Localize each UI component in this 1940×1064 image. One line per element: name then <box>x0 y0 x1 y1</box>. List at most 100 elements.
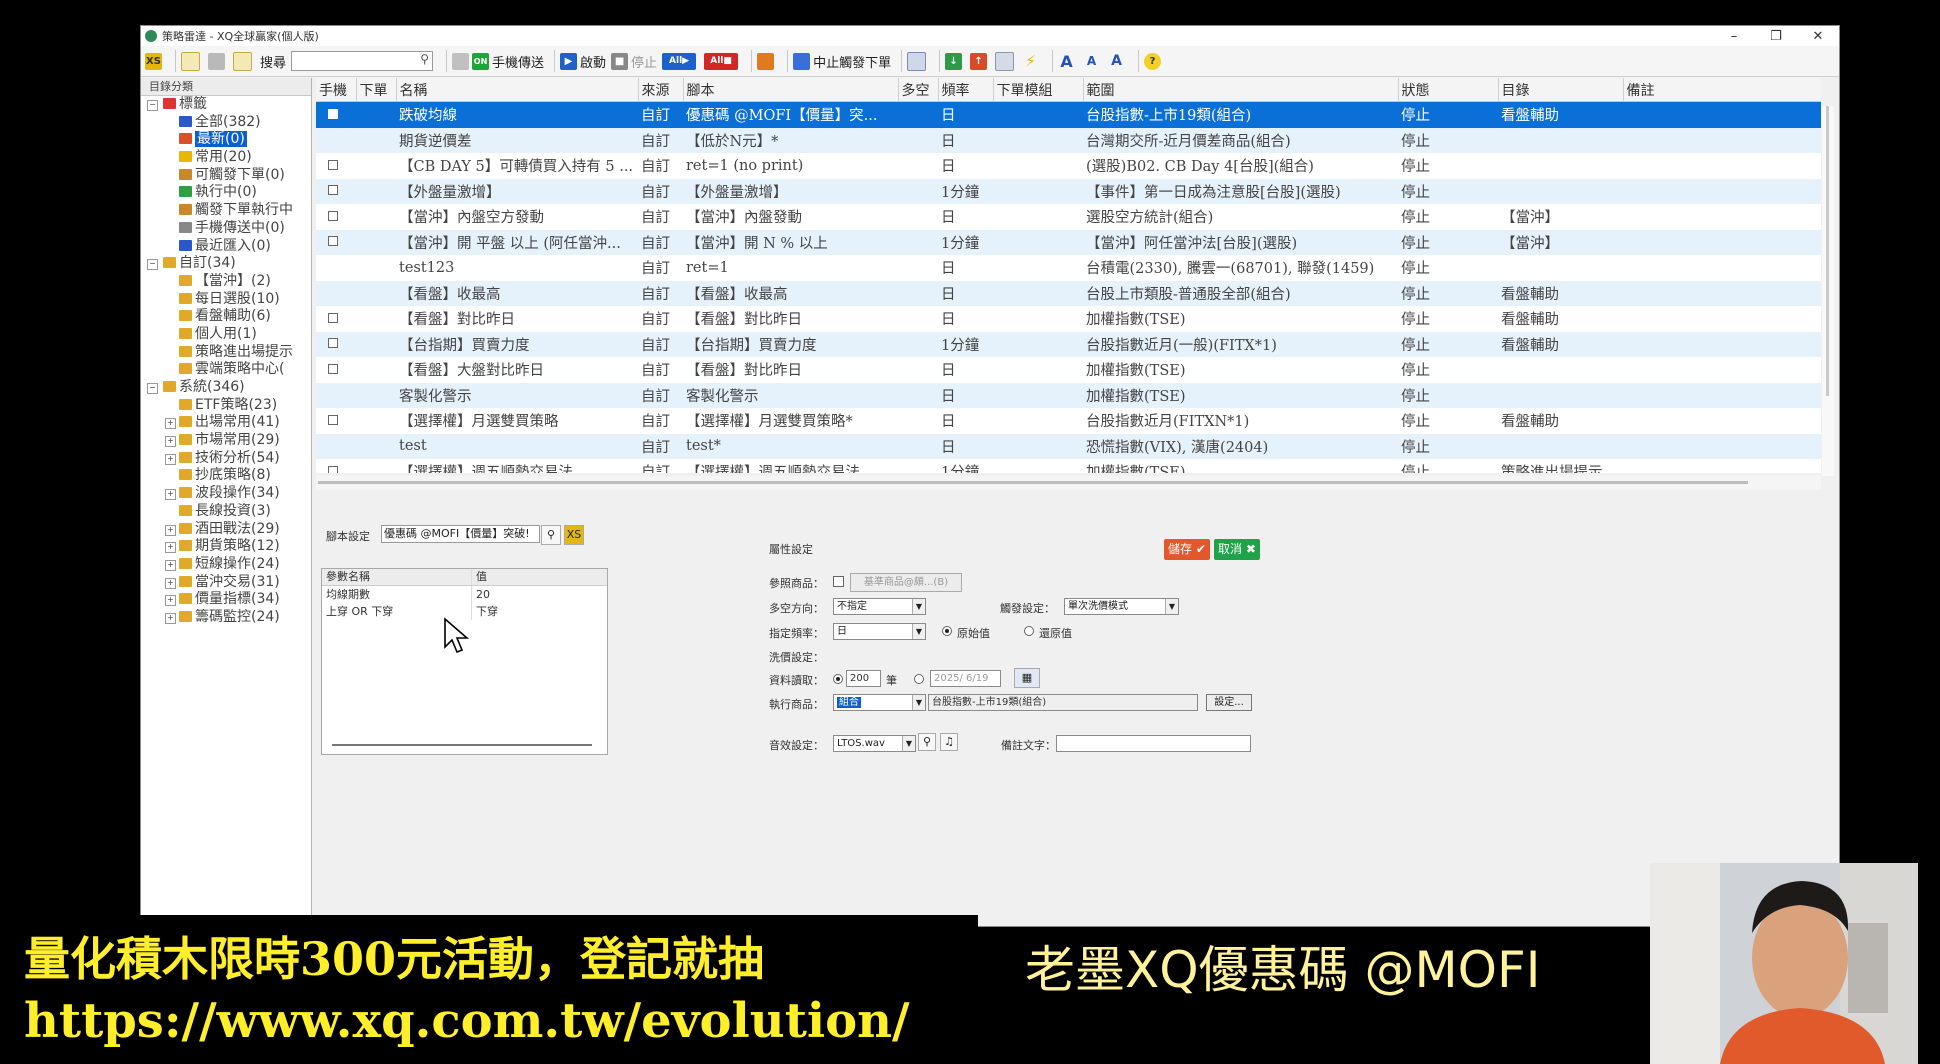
sidebar-item[interactable]: + 短線操作(24) <box>141 556 311 574</box>
cancel-button[interactable]: 取消 ✖ <box>1214 539 1260 560</box>
table-row[interactable]: 客製化警示 自訂 客製化警示 日 加權指數(TSE) 停止 <box>316 382 1821 408</box>
start-button[interactable]: ▶ 啟動 <box>560 50 606 72</box>
sidebar-item[interactable]: 執行中(0) <box>141 184 311 202</box>
xs-editor-button[interactable]: XS <box>145 50 165 72</box>
direction-select[interactable]: 不指定 ▼ <box>833 598 926 615</box>
restored-value-radio[interactable] <box>1024 626 1034 636</box>
expand-icon[interactable]: + <box>165 489 176 501</box>
table-row[interactable]: 【外盤量激增】 自訂 【外盤量激增】 1分鐘 【事件】第一日成為注意股[台股](選股) 停… <box>316 178 1821 204</box>
grid-horizontal-scrollbar[interactable] <box>316 476 1821 490</box>
collapse-icon[interactable]: − <box>147 259 158 271</box>
data-date-radio[interactable] <box>914 674 924 684</box>
table-row[interactable]: 期貨逆價差 自訂 【低於N元】* 日 台灣期交所-近月價差商品(組合) 停止 <box>316 127 1821 153</box>
param-row[interactable]: 均線期數 20 <box>322 586 607 603</box>
sidebar-item[interactable]: − 自訂(34) <box>141 255 311 273</box>
phone-checkbox[interactable] <box>328 210 338 221</box>
export-button[interactable] <box>757 50 777 72</box>
sidebar-item[interactable]: 常用(20) <box>141 149 311 167</box>
phone-checkbox[interactable] <box>328 185 338 196</box>
restore-button[interactable]: ❐ <box>1755 29 1797 44</box>
column-header[interactable]: 腳本 <box>683 78 899 102</box>
sidebar-item[interactable]: 可觸發下單(0) <box>141 167 311 185</box>
sound-search-icon[interactable]: ⚲ <box>918 733 936 751</box>
expand-icon[interactable]: + <box>165 612 176 624</box>
lightning-button[interactable]: ⚡ <box>1022 50 1042 72</box>
sidebar-item[interactable]: 觸發下單執行中 <box>141 202 311 220</box>
copy-button[interactable] <box>233 50 255 72</box>
minimize-button[interactable]: – <box>1713 29 1755 44</box>
search-input[interactable]: ⚲ <box>291 51 434 71</box>
sidebar-item[interactable]: + 價量指標(34) <box>141 591 311 609</box>
trigger-select[interactable]: 單次洗價模式 ▼ <box>1064 598 1179 615</box>
data-date-input[interactable]: 2025/ 6/19 <box>930 670 1001 687</box>
sidebar-item[interactable]: + 市場常用(29) <box>141 432 311 450</box>
table-row[interactable]: test123 自訂 ret=1 日 台積電(2330), 騰雲一(68701), 聯發… <box>316 255 1821 281</box>
sidebar-item[interactable]: 最近匯入(0) <box>141 238 311 256</box>
data-count-radio[interactable] <box>833 674 843 684</box>
phone-checkbox[interactable] <box>328 414 338 425</box>
sidebar-item[interactable]: ETF策略(23) <box>141 397 311 415</box>
column-header[interactable]: 下單 <box>356 78 397 102</box>
table-row[interactable]: 【看盤】收最高 自訂 【看盤】收最高 日 台股上市類股-普通股全部(組合) 停止 看盤輔助 <box>316 280 1821 306</box>
sidebar-item[interactable]: + 期貨策略(12) <box>141 538 311 556</box>
expand-icon[interactable]: + <box>165 595 176 607</box>
table-row[interactable]: 【選擇權】月選雙買策略 自訂 【選擇權】月選雙買策略* 日 台股指數近月(FITXN*1… <box>316 408 1821 434</box>
sidebar-item[interactable]: 個人用(1) <box>141 326 311 344</box>
expand-icon[interactable]: + <box>165 542 176 554</box>
table-row[interactable]: 【選擇權】週五順勢交易法自訂【選擇權】週五順勢交易法 1分鐘 加權指數(TSE)停止… <box>316 459 1821 473</box>
table-row[interactable]: 【看盤】對比昨日 自訂 【看盤】對比昨日日加權指數(TSE) 停止 看盤輔助 <box>316 306 1821 332</box>
column-header[interactable]: 目錄 <box>1498 78 1624 102</box>
help-button[interactable]: ? <box>1144 50 1164 72</box>
sidebar-item[interactable]: + 技術分析(54) <box>141 450 311 468</box>
expand-icon[interactable]: + <box>165 453 176 465</box>
sidebar-item[interactable]: 抄底策略(8) <box>141 467 311 485</box>
table-row[interactable]: 【CB DAY 5】可轉債買入持有 5 ... 自訂 ret=1 (no print… <box>316 153 1821 179</box>
font-larger-button[interactable]: A <box>1058 50 1078 72</box>
script-field[interactable]: 優惠碼 @MOFI【價量】突破! <box>381 525 540 543</box>
expand-icon[interactable]: + <box>165 436 176 448</box>
phone-checkbox[interactable] <box>328 465 338 473</box>
expand-icon[interactable]: + <box>165 577 176 589</box>
phone-checkbox[interactable] <box>328 312 338 323</box>
phone-checkbox[interactable] <box>328 108 338 119</box>
table-row[interactable]: 【當沖】內盤空方發動 自訂 【當沖】內盤發動 日 選股空方統計(組合) 停止 【當沖】 <box>316 204 1821 230</box>
sound-play-icon[interactable]: ♫ <box>940 733 958 751</box>
stop-trigger-order-button[interactable]: 中止觸發下單 <box>793 50 891 72</box>
column-header[interactable]: 備註 <box>1623 78 1821 102</box>
font-smaller-button[interactable]: A <box>1083 50 1103 72</box>
expand-icon[interactable]: + <box>165 418 176 430</box>
params-scrollbar[interactable] <box>332 744 592 746</box>
upload-button[interactable]: ↑ <box>970 50 990 72</box>
phone-checkbox[interactable] <box>328 363 338 374</box>
sidebar-item[interactable]: 最新(0) <box>141 131 311 149</box>
stop-button[interactable]: ■ 停止 <box>611 50 657 72</box>
ref-checkbox[interactable] <box>833 576 844 587</box>
stop-all-button[interactable]: All■ <box>704 50 741 72</box>
exec-select[interactable]: 組合 ▼ <box>833 694 926 711</box>
setup-button[interactable]: 設定... <box>1206 694 1252 711</box>
sidebar-item[interactable]: + 當沖交易(31) <box>141 574 311 592</box>
data-count-input[interactable]: 200 <box>846 670 881 687</box>
sidebar-item[interactable]: 全部(382) <box>141 114 311 132</box>
sidebar-item[interactable]: 策略進出場提示 <box>141 344 311 362</box>
sidebar-item[interactable]: + 籌碼監控(24) <box>141 609 311 627</box>
table-row[interactable]: 【台指期】買賣力度 自訂 【台指期】買賣力度 1分鐘 台股指數近月(一般)(FITX*1… <box>316 331 1821 357</box>
column-header[interactable]: 頻率 <box>938 78 994 102</box>
chart-button[interactable] <box>907 50 929 72</box>
phone-checkbox[interactable] <box>328 159 338 170</box>
save-button[interactable]: 儲存 ✔ <box>1164 539 1210 560</box>
sound-select[interactable]: LTOS.wav ▼ <box>833 735 916 752</box>
delete-button[interactable] <box>208 50 228 72</box>
table-row[interactable]: 跌破均線 自訂 優惠碼 @MOFI【價量】突... 日 台股指數-上市19類(組合) 停止… <box>316 101 1821 128</box>
sidebar-item[interactable]: 雲端策略中心( <box>141 361 311 379</box>
script-xs-button[interactable]: XS <box>564 525 584 545</box>
download-button[interactable]: ↓ <box>945 50 965 72</box>
param-value[interactable]: 下穿 <box>472 603 607 620</box>
font-reset-button[interactable]: A <box>1108 50 1128 72</box>
sidebar-item[interactable]: 長線投資(3) <box>141 503 311 521</box>
column-header[interactable]: 狀態 <box>1398 78 1499 102</box>
sidebar-item[interactable]: 看盤輔助(6) <box>141 308 311 326</box>
sidebar-item[interactable]: + 出場常用(41) <box>141 414 311 432</box>
sidebar-item[interactable]: + 酒田戰法(29) <box>141 521 311 539</box>
column-header[interactable]: 範圍 <box>1083 78 1399 102</box>
